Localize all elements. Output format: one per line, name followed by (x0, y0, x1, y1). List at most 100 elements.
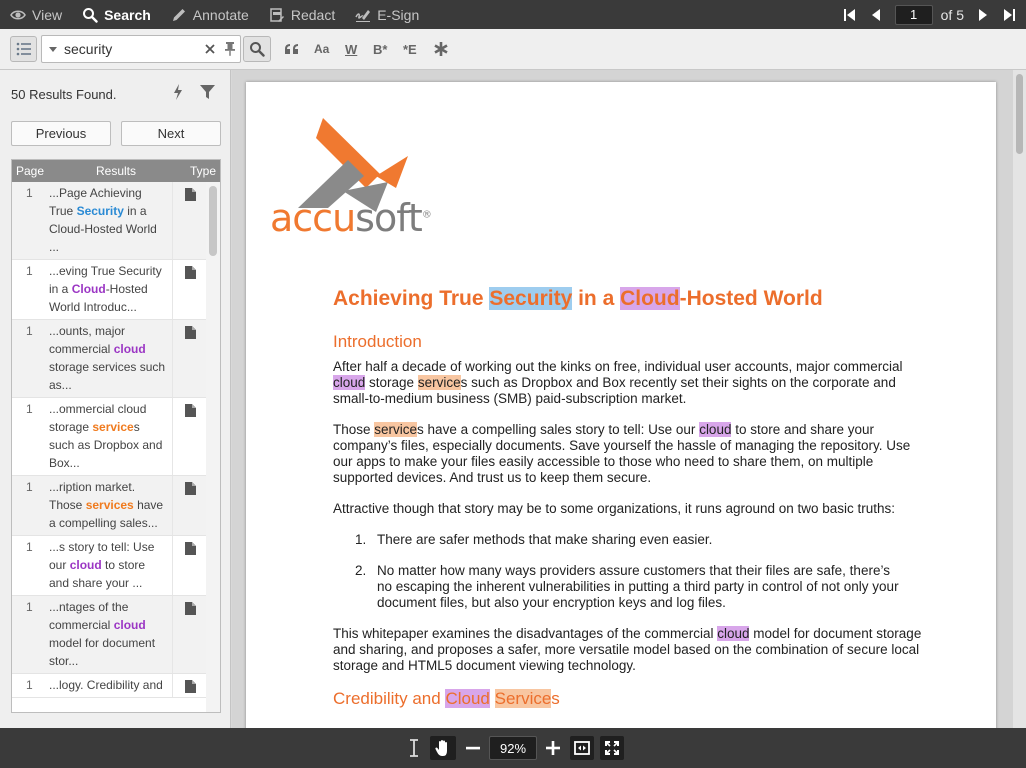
document-viewer[interactable]: accusoft® Achieving True Security in a C… (232, 70, 1026, 728)
zoom-out-icon (466, 746, 480, 750)
first-page-icon[interactable] (843, 8, 857, 22)
document-icon (185, 188, 196, 201)
eye-icon (10, 9, 26, 20)
snippet-text: storage services such as... (49, 360, 166, 392)
document-scrollbar[interactable] (1013, 70, 1026, 728)
results-scrollbar-thumb[interactable] (209, 186, 217, 256)
snippet-hit: cloud (69, 558, 102, 572)
lightning-icon (174, 84, 182, 100)
exact-phrase-option[interactable] (284, 38, 300, 60)
result-snippet: ...logy. Credibility and (45, 674, 173, 697)
result-type (173, 182, 208, 259)
zoom-in-button[interactable] (543, 736, 563, 760)
last-page-icon[interactable] (1002, 8, 1016, 22)
search-hit[interactable]: service (374, 422, 418, 437)
tab-view[interactable]: View (0, 0, 72, 29)
previous-page-icon[interactable] (869, 8, 883, 22)
search-hit[interactable]: cloud (699, 422, 732, 437)
tab-esign[interactable]: E-Sign (345, 0, 429, 29)
numbered-list: 1. There are safer methods that make sha… (355, 532, 923, 611)
result-page: 1 (26, 402, 33, 416)
zoom-out-button[interactable] (463, 736, 483, 760)
result-page: 1 (26, 480, 33, 494)
bottom-toolbar: 92% (0, 728, 1026, 768)
match-case-option[interactable]: Aa (314, 38, 329, 60)
wildcard-option[interactable] (433, 38, 449, 60)
result-page: 1 (26, 540, 33, 554)
ends-with-option[interactable]: *E (403, 38, 417, 60)
list-number: 2. (355, 563, 367, 578)
snippet-text: model for document stor... (49, 636, 156, 668)
document-scrollbar-thumb[interactable] (1016, 74, 1023, 154)
heading-text: Credibility and (333, 689, 446, 708)
table-row[interactable]: 1 ...Page Achieving True Security in a Cl… (12, 182, 208, 260)
column-page: Page (16, 164, 45, 178)
document-icon (185, 482, 196, 495)
table-row[interactable]: 1 ...ounts, major commercial cloud storag… (12, 320, 208, 398)
result-snippet: ...ounts, major commercial cloud storage… (45, 320, 173, 397)
pen-icon (172, 8, 185, 21)
search-input[interactable] (64, 41, 204, 57)
fullscreen-button[interactable] (600, 736, 624, 760)
table-row[interactable]: 1 ...eving True Security in a Cloud-Hoste… (12, 260, 208, 320)
next-result-button[interactable]: Next (121, 121, 221, 146)
logo-soft: soft (355, 196, 423, 240)
fullscreen-icon (605, 741, 619, 755)
snippet-hit: cloud (113, 618, 146, 632)
pin-search-button[interactable] (224, 41, 236, 61)
caret-down-icon (49, 46, 57, 52)
table-row[interactable]: 1 ...ommercial cloud storage services suc… (12, 398, 208, 476)
title-text: in a (572, 287, 621, 310)
results-table: Page Results Type 1 ...Page Achieving Tru… (11, 159, 221, 713)
snippet-hit: Cloud (71, 282, 106, 296)
fit-width-button[interactable] (570, 736, 594, 760)
pan-tool[interactable] (430, 736, 456, 760)
search-history-dropdown[interactable] (46, 46, 60, 52)
results-count: 50 Results Found. (11, 87, 117, 102)
document-icon (185, 326, 196, 339)
search-hit[interactable]: Cloud (620, 287, 680, 310)
snippet-text: ...logy. Credibility and (49, 678, 163, 692)
table-row[interactable]: 1 ...ription market. Those services have … (12, 476, 208, 536)
page-number-input[interactable]: 1 (894, 4, 933, 25)
previous-result-button[interactable]: Previous (11, 121, 111, 146)
logo-accu: accu (270, 196, 356, 240)
search-hit[interactable]: service (417, 375, 461, 390)
search-hit[interactable]: cloud (717, 626, 750, 641)
tab-search[interactable]: Search (72, 0, 161, 29)
zoom-level-input[interactable]: 92% (489, 736, 537, 760)
document-icon (185, 542, 196, 555)
search-hit[interactable]: Service (494, 689, 552, 708)
tab-redact[interactable]: Redact (259, 0, 345, 29)
clear-search-button[interactable] (204, 42, 216, 60)
paragraph-text: Those (333, 422, 375, 437)
whole-word-option[interactable]: W (345, 38, 357, 60)
search-hit[interactable]: Security (489, 287, 573, 310)
filter-results-button[interactable] (200, 84, 215, 105)
heading-introduction: Introduction (333, 332, 422, 351)
result-type (173, 674, 208, 697)
next-page-icon[interactable] (976, 8, 990, 22)
result-type (173, 320, 208, 397)
table-row[interactable]: 1 ...s story to tell: Use our cloud to st… (12, 536, 208, 596)
pager: 1 of 5 (843, 0, 1016, 29)
search-hit[interactable]: Cloud (445, 689, 490, 708)
search-icon (250, 42, 265, 57)
text-select-tool[interactable] (404, 736, 424, 760)
result-snippet: ...Page Achieving True Security in a Clo… (45, 182, 173, 259)
document-icon (185, 404, 196, 417)
table-row[interactable]: 1 ...logy. Credibility and (12, 674, 208, 698)
tab-annotate[interactable]: Annotate (161, 0, 259, 29)
toggle-results-button[interactable] (10, 36, 37, 62)
search-button[interactable] (243, 36, 271, 62)
search-hit[interactable]: cloud (333, 375, 366, 390)
quick-actions-button[interactable] (172, 84, 184, 105)
begins-with-option[interactable]: B* (373, 38, 387, 60)
logo-registered: ® (421, 209, 432, 221)
result-page: 1 (26, 600, 33, 614)
hand-icon (435, 740, 447, 756)
results-scrollbar[interactable] (206, 182, 220, 712)
search-icon (83, 7, 98, 23)
paragraph: This whitepaper examines the disadvantag… (333, 626, 923, 674)
table-row[interactable]: 1 ...ntages of the commercial cloud model… (12, 596, 208, 674)
